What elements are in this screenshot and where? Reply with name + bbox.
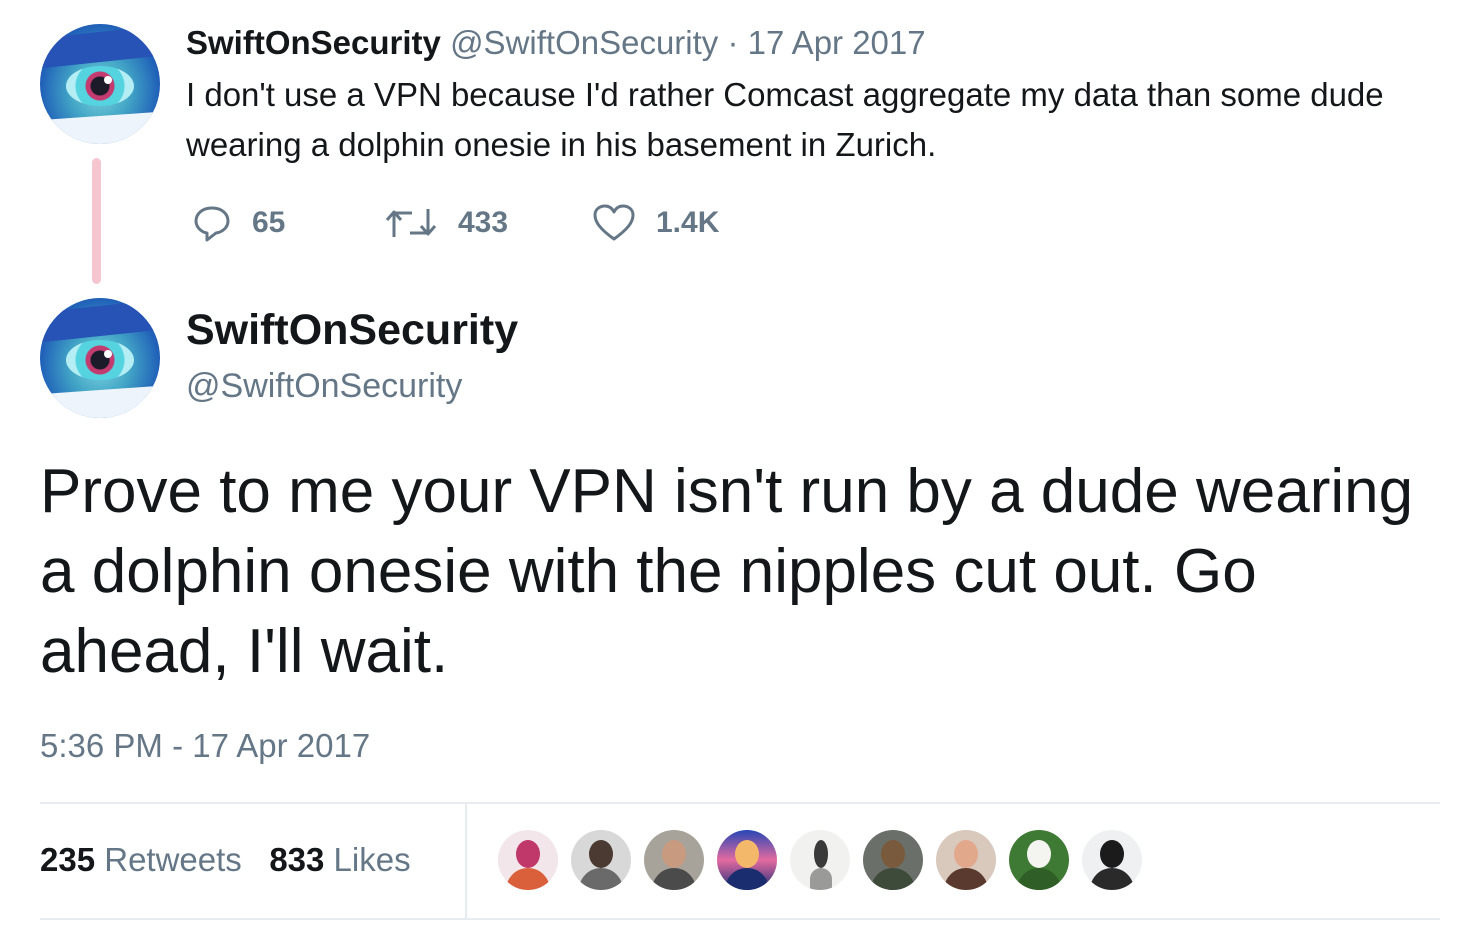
liker-avatar[interactable] [936, 830, 996, 890]
reply-icon [194, 206, 230, 242]
avatar-art [40, 24, 160, 70]
like-total: 833 [269, 841, 325, 878]
liker-avatar[interactable] [571, 830, 631, 890]
engagement-stats: 235 Retweets 833 Likes [40, 838, 411, 882]
reply-button[interactable]: 65 [192, 198, 285, 248]
eye-icon [66, 66, 134, 106]
handle[interactable]: @SwiftOnSecurity [186, 364, 462, 408]
liker-avatar[interactable] [863, 830, 923, 890]
heart-icon [593, 204, 635, 241]
thread-connector-line [92, 158, 101, 284]
timestamp[interactable]: 5:36 PM - 17 Apr 2017 [40, 724, 370, 768]
avatar[interactable] [40, 298, 160, 418]
retweet-total: 235 [40, 841, 96, 878]
reply-count: 65 [252, 206, 286, 239]
avatar-art [40, 298, 160, 344]
like-count: 1.4K [656, 206, 720, 239]
retweet-button[interactable]: 433 [384, 198, 508, 248]
tweet-text: Prove to me your VPN isn't run by a dude… [40, 457, 1414, 686]
divider [40, 802, 1440, 804]
display-name[interactable]: SwiftOnSecurity [186, 304, 518, 356]
retweet-icon [385, 209, 437, 237]
retweet-count: 433 [458, 206, 509, 239]
liker-avatar[interactable] [1009, 830, 1069, 890]
liker-avatar[interactable] [644, 830, 704, 890]
avatar-art [40, 385, 160, 418]
tweet-text: I don't use a VPN because I'd rather Com… [186, 76, 1384, 163]
divider [40, 918, 1440, 920]
divider [465, 804, 467, 918]
likes-stat[interactable]: 833 Likes [269, 841, 410, 878]
liker-avatar[interactable] [498, 830, 558, 890]
liker-avatar[interactable] [790, 830, 850, 890]
avatar-art [104, 76, 112, 84]
liker-avatar[interactable] [1082, 830, 1142, 890]
avatar-art [104, 350, 112, 358]
likes-label: Likes [333, 841, 411, 878]
tweet-header: SwiftOnSecurity @SwiftOnSecurity · 17 Ap… [186, 22, 926, 64]
handle-and-date[interactable]: @SwiftOnSecurity · 17 Apr 2017 [450, 24, 926, 61]
eye-icon [66, 340, 134, 380]
retweets-stat[interactable]: 235 Retweets [40, 841, 242, 878]
retweets-label: Retweets [104, 841, 242, 878]
display-name[interactable]: SwiftOnSecurity [186, 24, 441, 61]
like-button[interactable]: 1.4K [592, 198, 719, 248]
liker-avatars [498, 830, 1142, 890]
avatar[interactable] [40, 24, 160, 144]
liker-avatar[interactable] [717, 830, 777, 890]
avatar-art [40, 111, 160, 144]
